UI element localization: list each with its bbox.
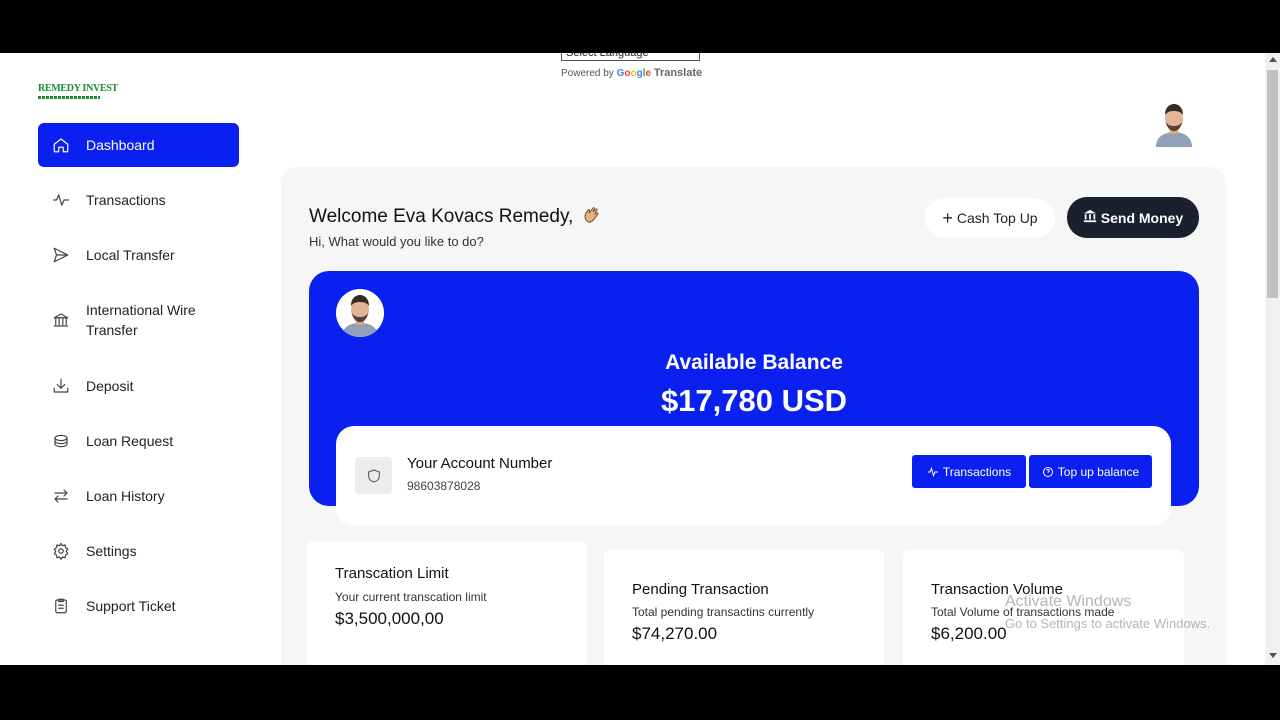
logo-text: REMEDY INVEST [38,83,118,94]
vertical-scrollbar[interactable] [1265,53,1280,665]
home-icon [51,135,71,155]
browser-viewport: Select Language Powered by Google Transl… [0,53,1280,665]
logo-tagline-graphic [38,96,100,99]
sidebar-item-international-wire-transfer[interactable]: International Wire Transfer [38,288,239,352]
sidebar-item-support-ticket[interactable]: Support Ticket [38,584,239,628]
stat-subtitle: Total pending transactins currently [632,605,815,619]
help-circle-icon [1042,466,1053,477]
google-letter: e [645,68,652,79]
sidebar-item-deposit[interactable]: Deposit [38,364,239,408]
top-up-balance-label: Top up balance [1057,464,1140,479]
account-number-card: Your Account Number 98603878028 Transact… [336,426,1171,526]
available-balance-value: $17,780 USD [660,383,848,418]
available-balance-label: Available Balance [665,351,843,374]
stat-card-transaction-limit: Transcation Limit Your current transcati… [307,541,587,665]
remedy-invest-logo[interactable]: REMEDY INVEST [38,83,118,103]
scroll-down-arrow-icon[interactable] [1269,653,1277,658]
stat-subtitle: Your current transcation limit [335,590,487,604]
sidebar-item-label: Local Transfer [86,247,175,263]
cash-top-up-button[interactable]: + Cash Top Up [925,198,1055,238]
cash-top-up-label: Cash Top Up [956,210,1038,226]
send-money-label: Send Money [1100,209,1184,226]
scrollbar-thumb[interactable] [1267,70,1278,298]
sidebar-item-transactions[interactable]: Transactions [38,178,239,222]
sidebar-item-loan-history[interactable]: Loan History [38,474,239,518]
coins-icon [51,431,71,451]
stat-title: Transcation Limit [335,565,449,582]
plus-icon: + [942,208,953,228]
activate-windows-hint: Go to Settings to activate Windows. [1005,616,1211,631]
top-up-balance-button[interactable]: Top up balance [1029,455,1152,488]
download-icon [51,376,71,396]
sidebar-item-label: Dashboard [86,137,155,153]
scroll-up-arrow-icon[interactable] [1269,57,1277,62]
stat-value: $6,200.00 [931,624,1007,643]
gear-icon [51,541,71,561]
sidebar-item-settings[interactable]: Settings [38,529,239,573]
send-icon [51,245,71,265]
swap-icon [51,486,71,506]
language-select[interactable]: Select Language [561,53,700,61]
account-avatar [336,289,384,337]
clipboard-icon [51,596,71,616]
user-avatar[interactable] [1153,99,1195,147]
activity-icon [51,190,71,210]
stat-title: Pending Transaction [632,581,769,598]
activate-windows-watermark: Activate Windows [1005,593,1132,610]
shield-icon [355,457,392,494]
waving-hand-icon [582,205,602,225]
transactions-button[interactable]: Transactions [912,455,1026,488]
sidebar-item-loan-request[interactable]: Loan Request [38,419,239,463]
sidebar-item-dashboard[interactable]: Dashboard [38,123,239,167]
welcome-subtitle: Hi, What would you like to do? [309,234,484,249]
video-letterbox-top [0,0,1280,53]
sidebar-item-label: Loan History [86,488,165,504]
account-number-value: 98603878028 [407,479,481,493]
sidebar-item-label: Support Ticket [86,598,176,614]
bank-icon [51,310,71,330]
sidebar-item-label: Settings [86,543,137,559]
transactions-button-label: Transactions [942,464,1012,479]
stat-card-pending-transaction: Pending Transaction Total pending transa… [604,550,884,665]
powered-by-google-translate: Powered by Google Translate [561,67,706,79]
sidebar-item-label: Transactions [86,192,166,208]
stat-value: $3,500,000,00 [335,609,444,628]
welcome-heading: Welcome Eva Kovacs Remedy, [309,205,602,228]
account-number-title: Your Account Number [407,455,553,472]
sidebar-item-label: Loan Request [86,433,174,449]
translate-link[interactable]: Translate [654,67,702,79]
sidebar-item-label: International Wire Transfer [86,302,196,338]
sidebar-item-local-transfer[interactable]: Local Transfer [38,233,239,277]
sidebar-item-label: Deposit [86,378,134,394]
bank-icon [1083,209,1097,226]
welcome-text: Welcome Eva Kovacs Remedy, [309,206,574,227]
activity-icon [927,466,938,477]
video-letterbox-bottom [0,665,1280,720]
send-money-button[interactable]: Send Money [1067,197,1199,238]
google-translate-widget: Select Language Powered by Google Transl… [561,53,706,79]
google-logo: Google [617,68,651,79]
stat-value: $74,270.00 [632,624,718,643]
powered-by-label: Powered by [561,68,614,79]
